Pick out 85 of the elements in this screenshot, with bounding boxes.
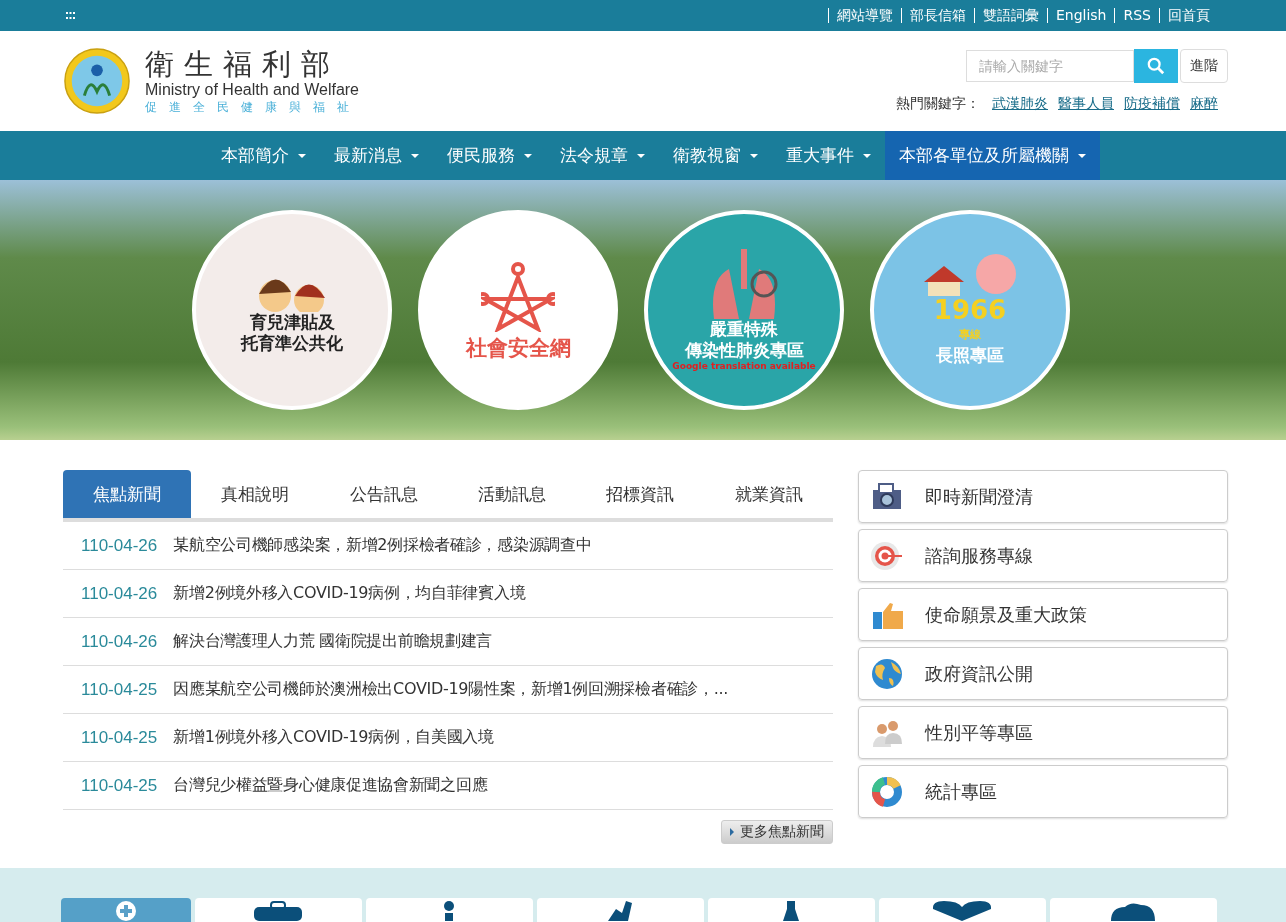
nav-menu-item[interactable]: 便民服務 — [432, 131, 546, 180]
triangle-icon — [730, 828, 734, 836]
news-link[interactable]: 某航空公司機師感染案，新增2例採檢者確診，感染源調查中 — [173, 535, 592, 556]
promo-caption: 嚴重特殊 — [710, 318, 778, 340]
caret-icon — [523, 153, 532, 158]
news-date: 110-04-26 — [81, 631, 158, 652]
quick-link[interactable]: 政府資訊公開 — [858, 647, 1228, 700]
target-icon — [871, 539, 903, 572]
news-tab[interactable]: 活動訊息 — [448, 470, 577, 518]
promo-caption: 1966 — [933, 296, 1007, 324]
nav-menu-item[interactable]: 法令規章 — [545, 131, 659, 180]
news-date: 110-04-25 — [81, 775, 158, 796]
news-date: 110-04-26 — [81, 535, 158, 556]
caret-icon — [1077, 153, 1086, 158]
service-tile[interactable] — [1049, 898, 1217, 922]
top-link[interactable]: 部長信箱 — [900, 8, 974, 23]
news-tab[interactable]: 真相說明 — [191, 470, 320, 518]
top-link[interactable]: English — [1046, 8, 1115, 23]
advanced-search-button[interactable]: 進階 — [1180, 49, 1228, 83]
more-news-button[interactable]: 更多焦點新聞 — [721, 820, 833, 844]
caret-icon — [862, 153, 871, 158]
medical-cross-icon — [115, 901, 136, 921]
caret-icon — [749, 153, 758, 158]
cloud-icon — [1111, 901, 1155, 921]
quick-link[interactable]: 即時新聞澄清 — [858, 470, 1228, 523]
donut-chart-icon — [871, 775, 903, 808]
service-tile[interactable] — [878, 898, 1046, 922]
service-tile[interactable] — [365, 898, 533, 922]
promo-caption: 傳染性肺炎專區 — [684, 339, 804, 361]
top-link[interactable]: RSS — [1114, 8, 1159, 23]
news-tab[interactable]: 焦點新聞 — [63, 470, 192, 518]
caret-icon — [636, 153, 645, 158]
news-link[interactable]: 解決台灣護理人力荒 國衛院提出前瞻規劃建言 — [173, 631, 493, 652]
service-tile[interactable] — [60, 898, 191, 922]
nav-menu-item[interactable]: 本部各單位及所屬機關 — [884, 131, 1100, 180]
promo-caption: 社會安全網 — [465, 337, 571, 359]
globe-icon — [871, 657, 903, 690]
search-icon — [1147, 57, 1165, 75]
news-link[interactable]: 台灣兒少權益暨身心健康促進協會新聞之回應 — [173, 775, 488, 796]
keyword-link[interactable]: 麻醉 — [1190, 95, 1218, 113]
nav-menu-item[interactable]: 重大事件 — [771, 131, 885, 180]
news-link[interactable]: 新增2例境外移入COVID-19病例，均自菲律賓入境 — [173, 583, 526, 604]
info-icon — [444, 901, 454, 921]
ministry-name: 衛生福利部 — [145, 47, 341, 80]
news-date: 110-04-25 — [81, 679, 158, 700]
service-tile[interactable] — [536, 898, 704, 922]
service-tile[interactable] — [194, 898, 362, 922]
promo-circle-link[interactable]: 育兒津貼及 托育準公共化 — [192, 210, 392, 410]
menu-dots-icon[interactable] — [66, 12, 75, 19]
news-link[interactable]: 新增1例境外移入COVID-19病例，自美國入境 — [173, 727, 494, 748]
news-tab[interactable]: 就業資訊 — [704, 470, 833, 518]
top-link[interactable]: 回首頁 — [1159, 8, 1218, 23]
promo-caption: 長照專區 — [936, 345, 1004, 366]
slogan: 促進全民健康與福祉 — [145, 98, 361, 115]
quick-link[interactable]: 使命願景及重大政策 — [858, 588, 1228, 641]
bottle-icon — [783, 901, 799, 921]
news-date: 110-04-25 — [81, 727, 158, 748]
promo-caption: 專線 — [959, 327, 981, 343]
news-tab[interactable]: 公告訊息 — [319, 470, 448, 518]
nav-menu-item[interactable]: 本部簡介 — [206, 131, 320, 180]
hot-keywords-label: 熱門關鍵字： — [896, 95, 980, 113]
top-link[interactable]: 雙語詞彙 — [973, 8, 1047, 23]
promo-caption: 育兒津貼及 — [249, 312, 335, 333]
ministry-english-name: Ministry of Health and Welfare — [145, 79, 360, 99]
caret-icon — [410, 153, 419, 158]
keyword-link[interactable]: 武漢肺炎 — [992, 95, 1048, 113]
promo-caption: Google translation available — [672, 360, 816, 372]
keyword-link[interactable]: 醫事人員 — [1058, 95, 1114, 113]
quick-link[interactable]: 性別平等專區 — [858, 706, 1228, 759]
nav-menu-item[interactable]: 最新消息 — [319, 131, 433, 180]
top-link[interactable]: 網站導覽 — [827, 8, 901, 23]
emblem-logo — [63, 47, 131, 115]
search-field[interactable]: 請輸入關鍵字 — [966, 50, 1134, 82]
quick-link[interactable]: 諮詢服務專線 — [858, 529, 1228, 582]
news-link[interactable]: 因應某航空公司機師於澳洲檢出COVID-19陽性案，新增1例回溯採檢者確診，... — [173, 679, 728, 700]
caret-icon — [297, 153, 306, 158]
promo-caption: 托育準公共化 — [241, 333, 343, 354]
quick-link[interactable]: 統計專區 — [858, 765, 1228, 818]
service-tile[interactable] — [707, 898, 875, 922]
news-tab[interactable]: 招標資訊 — [576, 470, 705, 518]
keyword-link[interactable]: 防疫補償 — [1124, 95, 1180, 113]
promo-circle-link[interactable]: 社會安全網 — [418, 210, 618, 410]
briefcase-icon — [254, 901, 302, 921]
nav-menu-item[interactable]: 衛教視窗 — [658, 131, 772, 180]
news-date: 110-04-26 — [81, 583, 158, 604]
